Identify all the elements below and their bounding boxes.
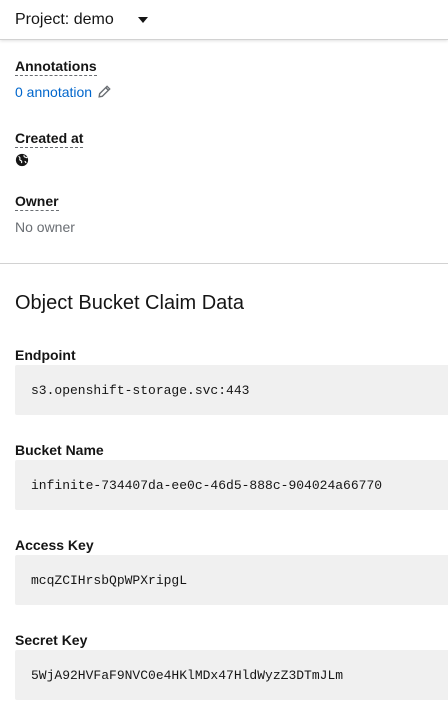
owner-value: No owner [15,219,75,235]
section-divider [0,263,448,264]
bucket-name-value[interactable]: infinite-734407da-ee0c-46d5-888c-904024a… [15,460,448,510]
access-key-label: Access Key [15,537,94,553]
endpoint-label: Endpoint [15,347,76,363]
project-selector[interactable]: Project: demo [15,9,148,31]
edit-annotations-link[interactable]: 0 annotation [15,83,111,101]
owner-label: Owner [15,193,59,211]
annotations-count: 0 annotation [15,84,93,100]
owner-field: Owner No owner [15,193,75,236]
project-label: Project: demo [15,11,114,28]
globe-icon [15,153,29,167]
secret-key-label: Secret Key [15,632,88,648]
created-at-label: Created at [15,130,84,148]
caret-down-icon [137,17,148,23]
created-at-field: Created at [15,130,84,171]
project-bar: Project: demo [0,0,448,40]
annotations-label: Annotations [15,58,97,76]
endpoint-value[interactable]: s3.openshift-storage.svc:443 [15,365,448,415]
bucket-name-label: Bucket Name [15,442,104,458]
pencil-icon [98,85,111,98]
section-title: Object Bucket Claim Data [15,292,244,314]
annotations-field: Annotations 0 annotation [15,58,111,101]
access-key-value[interactable]: mcqZCIHrsbQpWPXripgL [15,555,448,605]
secret-key-value[interactable]: 5WjA92HVFaF9NVC0e4HKlMDx47HldWyzZ3DTmJLm [15,650,448,700]
